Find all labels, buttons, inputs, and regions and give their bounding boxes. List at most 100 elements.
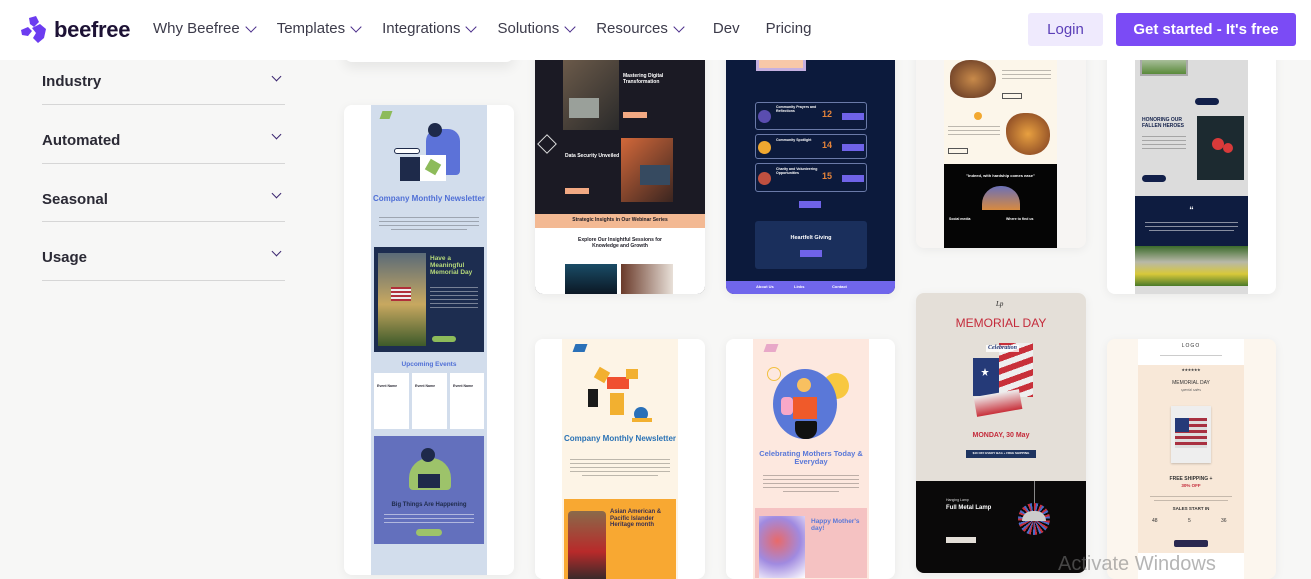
section-title: HONORING OUR FALLEN HEROES [1142,117,1184,129]
rating-stars: ★★★★★★ [1181,368,1201,372]
event-date: MONDAY, 30 May [972,432,1030,439]
webinar-headline: Data Security Unveiled [565,153,620,159]
footer-heading: Where to find us [1006,217,1034,221]
filter-seasonal[interactable]: Seasonal [42,164,285,222]
nav-integrations[interactable]: Integrations [382,20,478,37]
section-title: Have a Meaningful Memorial Day [430,255,473,277]
filter-automated[interactable]: Automated [42,105,285,164]
filter-industry[interactable]: Industry [42,60,285,105]
event-card: Event Name [374,373,409,429]
company-logo-icon [572,344,588,352]
brand-name: beefree [54,17,131,42]
filter-sidebar: Industry Automated Seasonal Usage [42,60,285,281]
footer-bar: About Us Links Contact [726,281,895,294]
email-preview: HONORING OUR FALLEN HEROES “ [1135,30,1248,294]
beefree-logo[interactable]: beefree [20,16,130,44]
hero-illustration [386,123,474,183]
event-card: Event Name [412,373,447,429]
event-title: Community Prayers and Reflections [776,105,817,113]
event-name: Event Name [377,384,398,388]
template-card-mothers-day[interactable]: Celebrating Mothers Today & Everyday Hap… [726,339,895,579]
template-title: MEMORIAL DAY [1172,380,1210,386]
big-things-section: Big Things Are Happening [374,436,484,544]
template-card-ramadan[interactable]: "Indeed, with hardship comes ease" Socia… [916,30,1086,248]
nav-label: Integrations [382,20,461,37]
nav-templates[interactable]: Templates [276,20,362,37]
memorial-section: Have a Meaningful Memorial Day [374,247,484,352]
event-day: 14 [822,140,833,150]
event-name: Event Name [453,384,474,388]
event-title: Community Spotlight [776,138,812,142]
template-card-company-newsletter-orange[interactable]: Company Monthly Newsletter Asian America… [535,339,705,579]
login-button[interactable]: Login [1028,13,1103,46]
flag-image [1171,406,1211,463]
filter-label: Automated [42,132,121,149]
chevron-down-icon[interactable] [271,71,282,82]
nav-label: Dev [712,20,740,37]
mothers-day-section: Happy Mother's day! [755,508,867,578]
shop-logo: LOGO [1181,343,1201,349]
nav-solutions[interactable]: Solutions [497,20,576,37]
chevron-down-icon[interactable] [271,188,282,198]
discount-text: 30% OFF [1181,483,1201,488]
countdown-label: SALES START IN [1172,506,1210,511]
email-preview: LOGO ★★★★★★ MEMORIAL DAY special sales F… [1138,339,1244,579]
nav-pricing[interactable]: Pricing [766,20,812,37]
beefree-logo-icon [21,16,46,43]
nav-label: Why Beefree [153,20,240,37]
offer-text: $40 OFF EVERY BAG + FREE SHIPPING [972,451,1030,455]
template-card-company-newsletter-blue[interactable]: Company Monthly Newsletter Have a Meanin… [344,105,514,575]
quote-icon: “ [1189,205,1194,215]
filter-usage[interactable]: Usage [42,222,285,281]
quote-text: "Indeed, with hardship comes ease" [966,173,1035,178]
event-card: Event Name [450,373,484,429]
template-title: Company Monthly Newsletter [373,194,486,203]
nav-label: Pricing [765,20,812,37]
template-title: Company Monthly Newsletter [564,434,677,443]
email-preview: Mastering Digital Transformation Data Se… [535,30,705,294]
filter-label: Seasonal [42,190,108,208]
template-card-memorial-day-shop[interactable]: LOGO ★★★★★★ MEMORIAL DAY special sales F… [1107,339,1276,579]
activate-windows-watermark: Activate Windows [1058,553,1216,575]
heritage-section: Asian American & Pacific Islander Herita… [564,499,676,579]
webinar-headline: Mastering Digital Transformation [623,73,664,85]
template-card-webinar-series[interactable]: Mastering Digital Transformation Data Se… [535,30,705,294]
chevron-down-icon[interactable] [271,129,282,140]
event-day: 15 [822,171,833,181]
banner-text: Strategic Insights in Our Webinar Series [572,217,668,223]
company-logo-icon [379,111,393,119]
section-title: Big Things Are Happening [391,502,467,508]
logo-script: Lp [996,300,1004,308]
section-title: Explore Our Insightful Sessions for Know… [578,237,662,249]
template-card-memorial-honor[interactable]: HONORING OUR FALLEN HEROES “ [1107,30,1276,294]
template-card-community-events[interactable]: Community Prayers and Reflections 12 Com… [726,30,895,294]
nav-why-beefree[interactable]: Why Beefree [153,20,257,37]
event-title: Charity and Volunteering Opportunities [776,167,818,175]
email-preview: Celebrating Mothers Today & Everyday Hap… [753,339,869,579]
hero-illustration [773,369,837,439]
email-preview: Company Monthly Newsletter Asian America… [562,339,678,579]
countdown-hours: 5 [1188,518,1191,524]
giving-section: Heartfelt Giving [755,221,867,269]
company-logo-icon [763,344,779,352]
email-preview: Lp MEMORIAL DAY Celebration MONDAY, 30 M… [916,293,1086,573]
template-title: Celebrating Mothers Today & Everyday [759,449,863,467]
quote-section: “ [1135,196,1248,246]
offer-text: FREE SHIPPING + [1169,476,1213,482]
event-day: 12 [822,109,833,119]
email-preview: Community Prayers and Reflections 12 Com… [726,30,895,294]
chevron-down-icon [350,20,362,33]
webinar-banner: Strategic Insights in Our Webinar Series [535,214,705,228]
get-started-button[interactable]: Get started - It's free [1116,13,1296,46]
nav-dev[interactable]: Dev [713,20,740,37]
nav-label: Templates [276,20,346,37]
chevron-down-icon[interactable] [271,246,282,257]
chevron-down-icon [245,20,257,33]
template-card-memorial-day-sale[interactable]: Lp MEMORIAL DAY Celebration MONDAY, 30 M… [916,293,1086,573]
footer-link: Links [794,284,805,289]
nav-resources[interactable]: Resources [596,20,685,37]
event-row: Community Spotlight 14 [755,134,867,159]
chevron-down-icon [465,20,478,33]
section-title: Upcoming Events [401,361,457,368]
main-menu: Why Beefree Templates Integrations Solut… [153,20,833,37]
